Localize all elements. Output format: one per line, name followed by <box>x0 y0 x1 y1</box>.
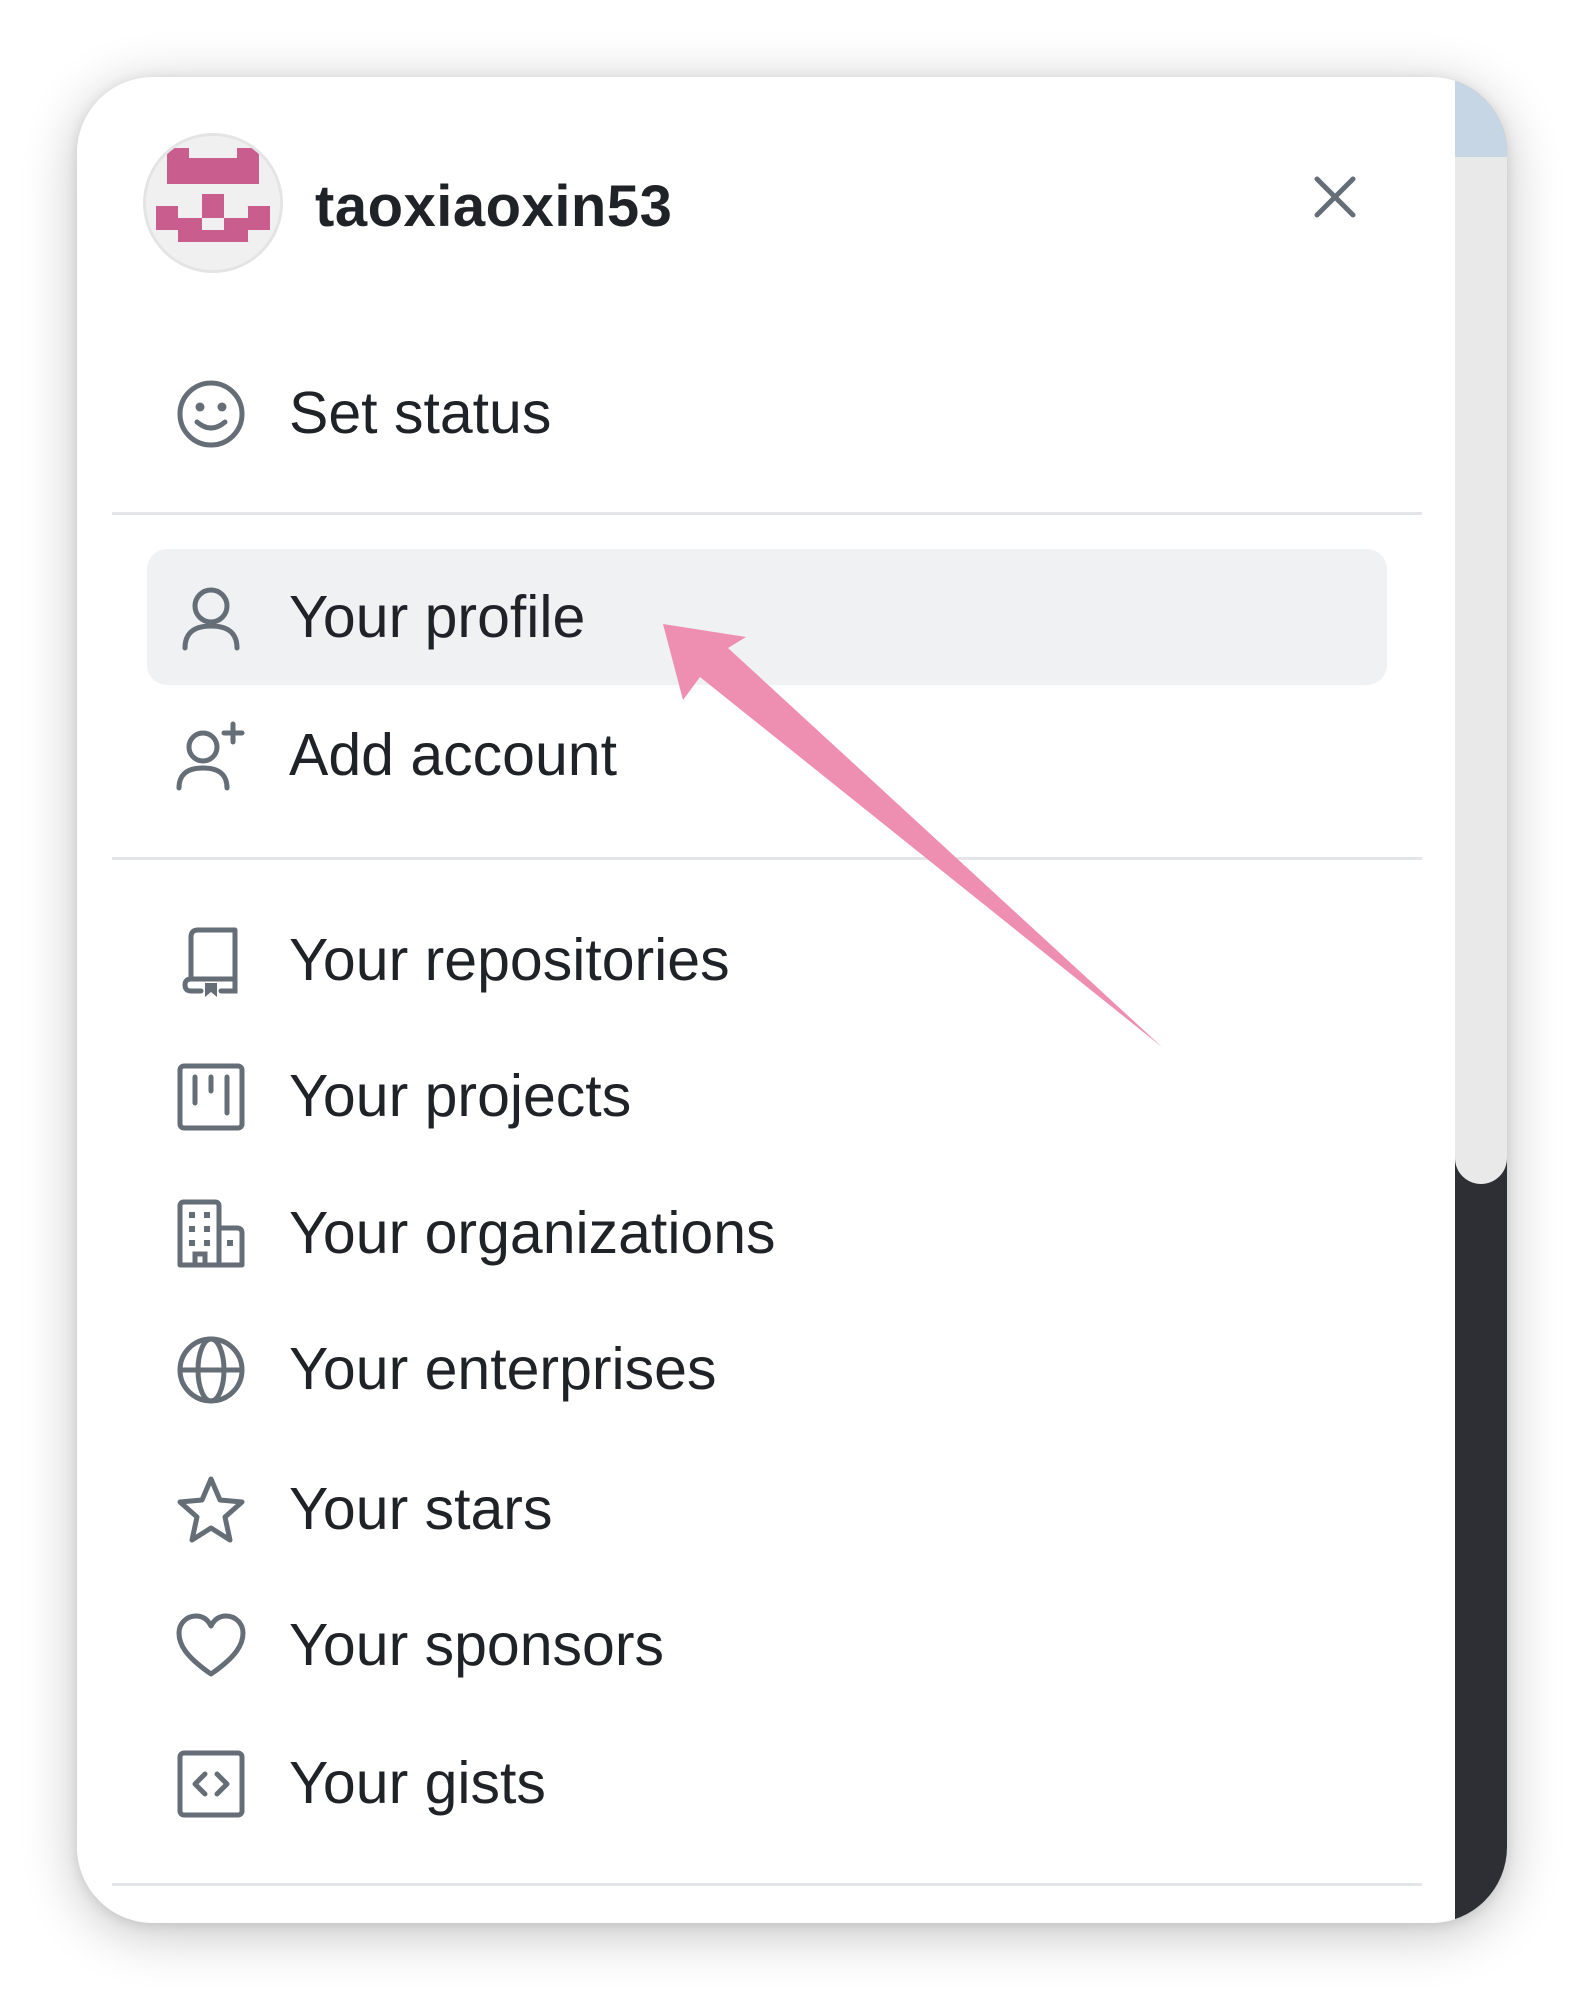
menu-item-your-gists[interactable]: Your gists <box>147 1715 1387 1851</box>
menu-item-label: Your sponsors <box>289 1612 665 1678</box>
username: taoxiaoxin53 <box>315 174 673 239</box>
menu-item-label: Your profile <box>289 584 586 650</box>
menu-panel: taoxiaoxin53 Set status Your profile Add… <box>77 77 1455 1923</box>
divider <box>112 1883 1422 1886</box>
menu-item-your-organizations[interactable]: Your organizations <box>147 1165 1387 1301</box>
menu-item-label: Your stars <box>289 1476 553 1542</box>
scrollbar-track[interactable] <box>1455 77 1507 1184</box>
menu-item-your-stars[interactable]: Your stars <box>147 1441 1387 1577</box>
star-icon <box>175 1474 247 1546</box>
person-icon <box>175 582 247 654</box>
menu-item-label: Set status <box>289 380 552 446</box>
menu-header: taoxiaoxin53 <box>143 133 1375 281</box>
page-background-strip <box>1455 77 1507 1923</box>
user-menu-dropdown: taoxiaoxin53 Set status Your profile Add… <box>77 77 1507 1923</box>
close-button[interactable] <box>1295 157 1375 237</box>
organization-icon <box>175 1198 247 1270</box>
menu-item-add-account[interactable]: Add account <box>147 687 1387 823</box>
code-square-icon <box>175 1748 247 1820</box>
identicon-avatar-icon <box>146 136 280 270</box>
menu-item-your-projects[interactable]: Your projects <box>147 1028 1387 1164</box>
menu-item-your-enterprises[interactable]: Your enterprises <box>147 1301 1387 1437</box>
project-icon <box>175 1061 247 1133</box>
menu-item-label: Add account <box>289 722 618 788</box>
menu-item-label: Your gists <box>289 1750 546 1816</box>
menu-item-label: Your repositories <box>289 927 730 993</box>
close-icon <box>1314 176 1356 218</box>
menu-item-set-status[interactable]: Set status <box>147 345 1387 481</box>
globe-icon <box>175 1334 247 1406</box>
menu-item-label: Your projects <box>289 1063 632 1129</box>
screenshot-stage: taoxiaoxin53 Set status Your profile Add… <box>0 0 1583 2000</box>
scrollbar-thumb[interactable] <box>1455 77 1507 157</box>
menu-item-your-repositories[interactable]: Your repositories <box>147 892 1387 1028</box>
avatar[interactable] <box>143 133 283 273</box>
divider <box>112 512 1422 515</box>
menu-item-your-sponsors[interactable]: Your sponsors <box>147 1577 1387 1713</box>
person-add-icon <box>175 720 247 792</box>
repo-icon <box>175 925 247 997</box>
smiley-icon <box>175 378 247 450</box>
divider <box>112 857 1422 860</box>
menu-item-your-profile[interactable]: Your profile <box>147 549 1387 685</box>
menu-item-label: Your enterprises <box>289 1336 717 1402</box>
heart-icon <box>175 1610 247 1682</box>
menu-item-label: Your organizations <box>289 1200 776 1266</box>
